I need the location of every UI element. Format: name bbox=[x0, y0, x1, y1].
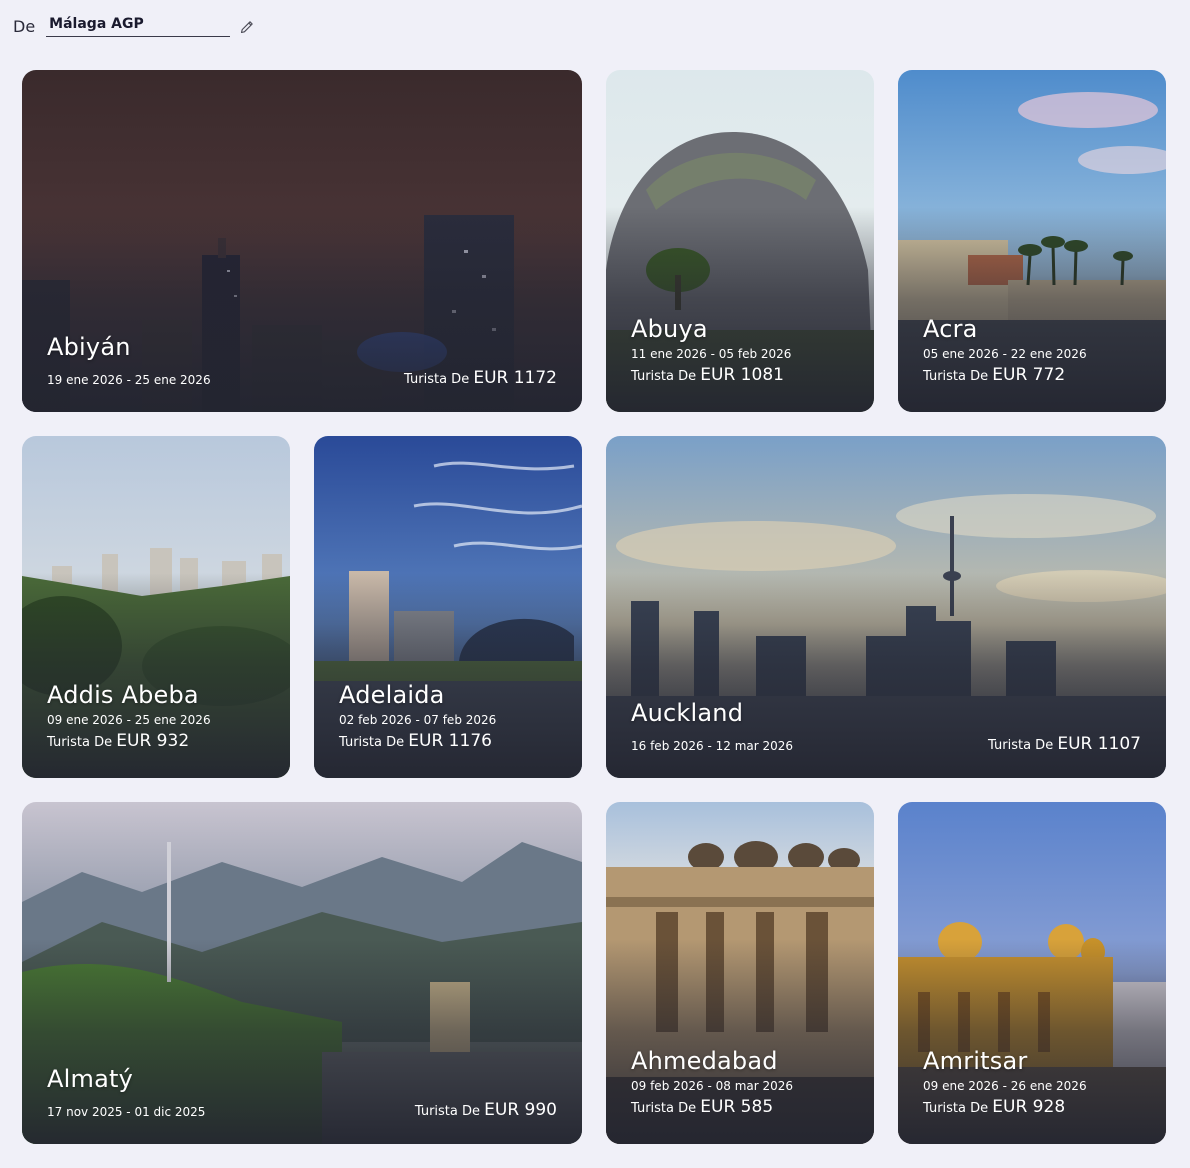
pencil-icon[interactable] bbox=[238, 18, 256, 36]
price-amount: EUR 772 bbox=[992, 365, 1066, 385]
price-amount: EUR 1172 bbox=[473, 368, 557, 388]
price-amount: EUR 585 bbox=[700, 1097, 774, 1117]
city-name: Addis Abeba bbox=[47, 681, 199, 709]
price-amount: EUR 1081 bbox=[700, 365, 784, 385]
city-name: Abiyán bbox=[47, 333, 131, 361]
fare-price: Turista De EUR 1172 bbox=[404, 368, 557, 390]
travel-dates: 11 ene 2026 - 05 feb 2026 bbox=[631, 347, 792, 361]
origin-label: De bbox=[13, 17, 36, 36]
travel-dates: 09 feb 2026 - 08 mar 2026 bbox=[631, 1079, 794, 1093]
price-amount: EUR 928 bbox=[992, 1097, 1066, 1117]
card-info: Almatý 17 nov 2025 - 01 dic 2025 Turista… bbox=[47, 1065, 557, 1122]
fare-class-label: Turista De bbox=[631, 369, 697, 384]
fare-price: Turista De EUR 928 bbox=[923, 1097, 1141, 1119]
destination-card-addis-abeba[interactable]: Addis Abeba 09 ene 2026 - 25 ene 2026 Tu… bbox=[22, 436, 290, 778]
card-info: Abuya 11 ene 2026 - 05 feb 2026 Turista … bbox=[631, 315, 849, 387]
destination-card-adelaida[interactable]: Adelaida 02 feb 2026 - 07 feb 2026 Turis… bbox=[314, 436, 582, 778]
fare-class-label: Turista De bbox=[631, 1101, 697, 1116]
city-name: Acra bbox=[923, 315, 978, 343]
fare-price: Turista De EUR 1176 bbox=[339, 731, 557, 753]
travel-dates: 09 ene 2026 - 26 ene 2026 bbox=[923, 1079, 1087, 1093]
destination-card-abuya[interactable]: Abuya 11 ene 2026 - 05 feb 2026 Turista … bbox=[606, 70, 874, 412]
card-info: Amritsar 09 ene 2026 - 26 ene 2026 Turis… bbox=[923, 1047, 1141, 1119]
card-info: Addis Abeba 09 ene 2026 - 25 ene 2026 Tu… bbox=[47, 681, 265, 753]
city-name: Adelaida bbox=[339, 681, 445, 709]
fare-class-label: Turista De bbox=[988, 738, 1054, 753]
card-info: Adelaida 02 feb 2026 - 07 feb 2026 Turis… bbox=[339, 681, 557, 753]
travel-dates: 09 ene 2026 - 25 ene 2026 bbox=[47, 713, 211, 727]
travel-dates: 05 ene 2026 - 22 ene 2026 bbox=[923, 347, 1087, 361]
destination-card-almaty[interactable]: Almatý 17 nov 2025 - 01 dic 2025 Turista… bbox=[22, 802, 582, 1144]
fare-class-label: Turista De bbox=[923, 1101, 989, 1116]
card-info: Abiyán 19 ene 2026 - 25 ene 2026 Turista… bbox=[47, 333, 557, 390]
travel-dates: 02 feb 2026 - 07 feb 2026 bbox=[339, 713, 497, 727]
price-amount: EUR 990 bbox=[484, 1100, 557, 1120]
fare-price: Turista De EUR 772 bbox=[923, 365, 1141, 387]
price-amount: EUR 1107 bbox=[1057, 734, 1141, 754]
fare-class-label: Turista De bbox=[47, 735, 113, 750]
city-name: Abuya bbox=[631, 315, 708, 343]
fare-class-label: Turista De bbox=[414, 1104, 480, 1119]
fare-price: Turista De EUR 1081 bbox=[631, 365, 849, 387]
fare-class-label: Turista De bbox=[923, 369, 989, 384]
fare-class-label: Turista De bbox=[339, 735, 405, 750]
fare-price: Turista De EUR 990 bbox=[415, 1100, 557, 1122]
city-name: Almatý bbox=[47, 1065, 133, 1093]
destination-card-amritsar[interactable]: Amritsar 09 ene 2026 - 26 ene 2026 Turis… bbox=[898, 802, 1166, 1144]
destination-card-ahmedabad[interactable]: Ahmedabad 09 feb 2026 - 08 mar 2026 Turi… bbox=[606, 802, 874, 1144]
fare-price: Turista De EUR 1107 bbox=[988, 734, 1141, 756]
price-amount: EUR 932 bbox=[116, 731, 190, 751]
city-name: Amritsar bbox=[923, 1047, 1028, 1075]
price-amount: EUR 1176 bbox=[408, 731, 492, 751]
card-info: Auckland 16 feb 2026 - 12 mar 2026 Turis… bbox=[631, 699, 1141, 756]
city-name: Auckland bbox=[631, 699, 744, 727]
destination-card-abiyan[interactable]: Abiyán 19 ene 2026 - 25 ene 2026 Turista… bbox=[22, 70, 582, 412]
card-info: Ahmedabad 09 feb 2026 - 08 mar 2026 Turi… bbox=[631, 1047, 849, 1119]
destination-card-acra[interactable]: Acra 05 ene 2026 - 22 ene 2026 Turista D… bbox=[898, 70, 1166, 412]
card-info: Acra 05 ene 2026 - 22 ene 2026 Turista D… bbox=[923, 315, 1141, 387]
fare-price: Turista De EUR 932 bbox=[47, 731, 265, 753]
fare-class-label: Turista De bbox=[404, 372, 470, 387]
fare-price: Turista De EUR 585 bbox=[631, 1097, 849, 1119]
city-name: Ahmedabad bbox=[631, 1047, 778, 1075]
destination-card-auckland[interactable]: Auckland 16 feb 2026 - 12 mar 2026 Turis… bbox=[606, 436, 1166, 778]
origin-input[interactable] bbox=[46, 13, 231, 37]
origin-selector: De bbox=[13, 12, 256, 38]
